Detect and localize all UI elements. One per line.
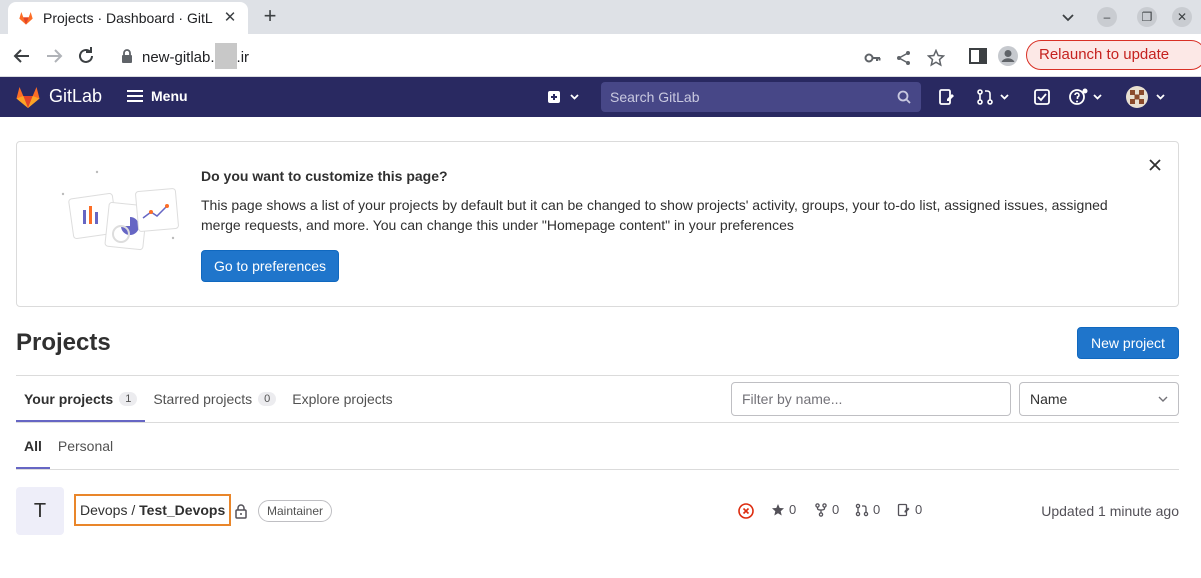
new-project-button[interactable]: New project	[1077, 327, 1179, 359]
merge-request-icon	[855, 503, 869, 516]
close-icon[interactable]	[1148, 158, 1162, 172]
lock-icon	[122, 49, 132, 63]
side-panel-icon[interactable]	[966, 44, 990, 68]
tab-starred-projects[interactable]: Starred projects 0	[145, 376, 284, 422]
banner-title: Do you want to customize this page?	[201, 168, 448, 184]
tab-label: Your projects	[24, 391, 114, 407]
search-box[interactable]	[601, 82, 921, 112]
fork-count[interactable]: 0	[814, 502, 839, 517]
tab-personal[interactable]: Personal	[50, 423, 121, 469]
merge-request-count-value: 0	[873, 502, 881, 517]
new-tab-icon[interactable]: +	[258, 5, 282, 29]
forward-icon[interactable]	[42, 44, 66, 68]
customize-illustration	[61, 170, 179, 251]
merge-request-count[interactable]: 0	[855, 502, 880, 517]
share-icon[interactable]	[895, 49, 913, 67]
profile-avatar-icon[interactable]	[996, 44, 1020, 68]
help-dropdown-icon[interactable]	[1069, 88, 1105, 106]
sort-dropdown[interactable]: Name	[1019, 382, 1179, 416]
star-icon	[772, 503, 784, 515]
tab-all[interactable]: All	[16, 423, 50, 469]
project-name: Test_Devops	[139, 502, 226, 518]
count-badge: 0	[258, 392, 277, 406]
project-name-link[interactable]: Devops / Test_Devops	[74, 494, 232, 526]
menu-label: Menu	[151, 88, 188, 104]
search-input[interactable]	[601, 82, 891, 112]
tab-label: Explore projects	[292, 391, 393, 407]
sort-value: Name	[1030, 391, 1068, 407]
project-namespace: Devops /	[80, 502, 140, 518]
menu-button[interactable]: Menu	[127, 88, 188, 104]
merge-requests-dropdown-icon[interactable]	[976, 88, 1012, 106]
tab-explore-projects[interactable]: Explore projects	[284, 376, 400, 422]
role-badge: Maintainer	[258, 500, 333, 522]
divider	[16, 422, 1179, 423]
divider	[16, 469, 1179, 470]
reload-icon[interactable]	[74, 44, 98, 68]
todos-icon[interactable]	[1033, 88, 1051, 106]
banner-description: This page shows a list of your projects …	[201, 197, 1108, 233]
address-bar: new-gitlab. .ir Relaunch to update	[0, 34, 1201, 77]
gitlab-favicon-icon	[19, 12, 33, 25]
project-scope-tabs: Your projects 1 Starred projects 0 Explo…	[16, 376, 401, 422]
issue-count[interactable]: 0	[897, 502, 922, 517]
issues-icon[interactable]	[938, 88, 956, 106]
search-icon[interactable]	[897, 90, 911, 104]
window-close-icon[interactable]: ✕	[1172, 7, 1192, 27]
page-title: Projects	[16, 329, 111, 356]
chevron-down-icon	[1158, 396, 1168, 402]
bookmark-star-icon[interactable]	[927, 49, 945, 67]
url-text: new-gitlab. .ir	[142, 43, 249, 69]
star-count-value: 0	[789, 502, 797, 517]
tab-close-icon[interactable]: ✕	[222, 10, 238, 26]
key-icon[interactable]	[864, 49, 882, 67]
fork-icon	[815, 502, 827, 517]
filter-by-name-input[interactable]	[731, 382, 1011, 416]
gitlab-top-navbar: GitLab Menu	[0, 77, 1201, 117]
issue-count-value: 0	[915, 502, 923, 517]
browser-tab[interactable]: Projects · Dashboard · GitL ✕	[8, 2, 248, 34]
go-to-preferences-button[interactable]: Go to preferences	[201, 250, 339, 282]
gitlab-brand[interactable]: GitLab	[49, 86, 102, 107]
back-icon[interactable]	[10, 44, 34, 68]
tab-title: Projects · Dashboard · GitL	[43, 10, 213, 26]
redacted-mask	[214, 43, 237, 69]
tab-search-chevron-icon[interactable]	[1058, 7, 1078, 27]
project-row: T Devops / Test_Devops Maintainer 0 0 0 …	[16, 486, 1179, 536]
relaunch-to-update-button[interactable]: Relaunch to update	[1026, 40, 1201, 70]
project-avatar[interactable]: T	[16, 487, 64, 535]
issues-icon	[897, 503, 910, 516]
hamburger-icon	[127, 90, 143, 102]
fork-count-value: 0	[832, 502, 840, 517]
minimize-icon[interactable]: –	[1097, 7, 1117, 27]
count-badge: 1	[119, 392, 138, 406]
plus-square-icon	[548, 91, 579, 103]
project-filter-tabs: All Personal	[16, 423, 121, 469]
tab-your-projects[interactable]: Your projects 1	[16, 376, 146, 422]
new-dropdown-button[interactable]	[546, 89, 580, 110]
restore-icon[interactable]: ❐	[1137, 7, 1157, 27]
updated-timestamp: Updated 1 minute ago	[1041, 503, 1179, 519]
tab-label: Starred projects	[153, 391, 253, 407]
user-avatar-dropdown-icon[interactable]	[1126, 85, 1168, 109]
private-lock-icon	[235, 504, 247, 519]
url-field[interactable]: new-gitlab. .ir	[108, 39, 963, 72]
customize-page-banner: Do you want to customize this page? This…	[16, 141, 1179, 307]
star-count[interactable]: 0	[771, 502, 796, 517]
gitlab-logo-icon[interactable]	[15, 84, 41, 110]
pipeline-failed-icon[interactable]	[738, 503, 754, 519]
browser-tab-strip: Projects · Dashboard · GitL ✕ + – ❐ ✕	[0, 0, 1201, 34]
